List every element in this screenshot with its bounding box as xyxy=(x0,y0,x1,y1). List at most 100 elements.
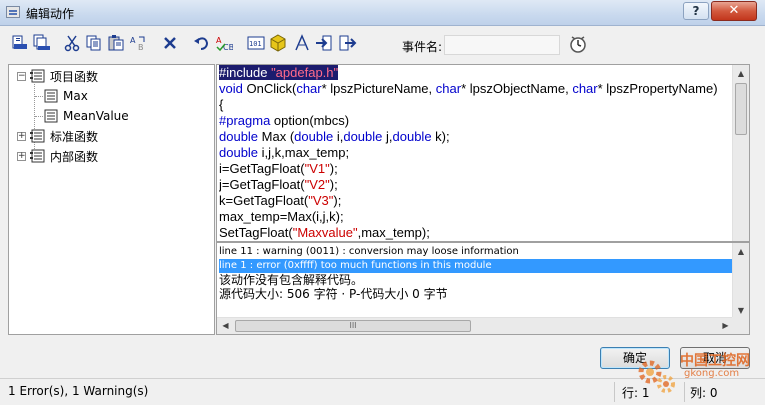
code-text-segment: * lpszPropertyName) xyxy=(597,81,718,96)
compile-icon[interactable] xyxy=(10,33,30,53)
tree-item-label: Max xyxy=(63,89,88,103)
code-string: "V3" xyxy=(308,193,334,208)
code-line: k=GetTagFloat("V3"); xyxy=(219,193,733,209)
collapse-icon[interactable]: − xyxy=(17,71,26,81)
paste-icon[interactable] xyxy=(106,33,126,53)
tree-item-standard-functions[interactable]: + 标准函数 xyxy=(17,127,98,145)
compile-all-icon[interactable] xyxy=(32,33,52,53)
code-text-segment: SetTagFloat( xyxy=(219,225,293,240)
code-keyword: double xyxy=(294,129,334,144)
output-size-line[interactable]: 源代码大小: 506 字符 · P-代码大小 0 字节 xyxy=(219,287,733,301)
tree-item-project-functions[interactable]: − 项目函数 xyxy=(17,67,98,85)
code-editor[interactable]: #include "apdefap.h" void OnClick(char* … xyxy=(216,64,750,242)
code-text-segment: { xyxy=(219,97,224,112)
tree-item-label: MeanValue xyxy=(63,109,129,123)
code-line: max_temp=Max(i,j,k); xyxy=(219,209,733,225)
help-button[interactable]: ? xyxy=(683,2,709,20)
function-tree[interactable]: − 项目函数 Max MeanValue + 标准函数 + 内部函数 xyxy=(8,64,215,335)
output-warning-line[interactable]: line 11 : warning (0011) : conversion ma… xyxy=(219,245,733,259)
tree-connector xyxy=(35,116,43,117)
code-keyword: double xyxy=(219,129,259,144)
tree-item-internal-functions[interactable]: + 内部函数 xyxy=(17,147,98,165)
tree-item-meanvalue[interactable]: MeanValue xyxy=(43,107,129,125)
code-line: double Max (double i,double j,double k); xyxy=(219,129,733,145)
code-line: double i,j,k,max_temp; xyxy=(219,145,733,161)
code-keyword: char xyxy=(572,81,598,96)
expand-icon[interactable]: + xyxy=(17,151,26,161)
cut-icon[interactable] xyxy=(62,33,82,53)
spellcheck-icon[interactable]: A CB xyxy=(214,33,234,53)
compiler-output[interactable]: line 11 : warning (0011) : conversion ma… xyxy=(216,242,750,335)
code-text-segment: Max ( xyxy=(258,129,295,144)
insert-function-icon[interactable]: 101 xyxy=(246,33,266,53)
code-vertical-scrollbar[interactable]: ▲ xyxy=(732,65,749,241)
code-keyword: double xyxy=(343,129,383,144)
code-text-segment: * lpszPictureName, xyxy=(321,81,436,96)
status-bar: 1 Error(s), 1 Warning(s) 行: 1 列: 0 xyxy=(0,378,765,405)
cancel-button[interactable]: 取消 xyxy=(680,347,750,369)
copy-icon[interactable] xyxy=(84,33,104,53)
scrollbar-thumb[interactable]: III xyxy=(235,320,471,332)
output-info-line[interactable]: 该动作没有包含解释代码。 xyxy=(219,273,733,287)
code-line: j=GetTagFloat("V2"); xyxy=(219,177,733,193)
undo-icon[interactable] xyxy=(192,33,212,53)
code-text-segment: i, xyxy=(333,129,344,144)
output-error-line[interactable]: line 1 : error (0xffff) too much functio… xyxy=(219,259,733,273)
svg-text:A: A xyxy=(216,36,222,45)
event-name-input[interactable] xyxy=(444,35,560,55)
trigger-clock-icon[interactable] xyxy=(568,34,588,54)
import-icon[interactable] xyxy=(314,33,334,53)
code-keyword: void xyxy=(219,81,243,96)
code-line: { xyxy=(219,97,733,113)
code-text[interactable]: #include "apdefap.h" void OnClick(char* … xyxy=(219,65,733,241)
code-text-segment: j=GetTagFloat( xyxy=(219,177,305,192)
ok-button[interactable]: 确定 xyxy=(600,347,670,369)
scrollbar-corner xyxy=(732,317,749,334)
output-vertical-scrollbar[interactable]: ▲ ▼ xyxy=(732,243,749,319)
code-keyword: char xyxy=(435,81,462,96)
code-text-segment: * lpszObjectName, xyxy=(461,81,573,96)
code-text-segment: ); xyxy=(329,161,338,176)
event-name-label: 事件名: xyxy=(402,40,443,54)
tree-item-max[interactable]: Max xyxy=(43,87,88,105)
window-title: 编辑动作 xyxy=(26,7,75,21)
export-icon[interactable] xyxy=(338,33,358,53)
code-text-segment: ); xyxy=(333,193,342,208)
function-icon xyxy=(44,89,58,103)
close-button[interactable]: ✕ xyxy=(711,1,757,21)
status-row: 行: 1 xyxy=(622,386,650,400)
code-text-segment: max_temp=Max(i,j,k); xyxy=(219,209,344,224)
delete-icon[interactable] xyxy=(160,33,180,53)
code-text-segment: j, xyxy=(382,129,393,144)
code-string: "V2" xyxy=(304,177,330,192)
code-keyword: double xyxy=(392,129,432,144)
scroll-up-icon[interactable]: ▲ xyxy=(733,65,749,82)
syntax-icon[interactable] xyxy=(292,33,312,53)
svg-text:B: B xyxy=(138,43,144,52)
code-line: SetTagFloat("Maxvalue",max_temp); xyxy=(219,225,733,241)
title-bar: 编辑动作 ? ✕ xyxy=(0,0,765,26)
code-line: #include "apdefap.h" xyxy=(219,65,733,81)
code-keyword: #pragma xyxy=(219,113,271,128)
code-text-segment: i,j,k,max_temp; xyxy=(258,145,350,160)
function-icon xyxy=(44,109,58,123)
scrollbar-thumb[interactable] xyxy=(735,83,747,135)
scroll-left-icon[interactable]: ◀ xyxy=(217,318,234,334)
code-text-segment: k=GetTagFloat( xyxy=(219,193,309,208)
tree-item-label: 内部函数 xyxy=(50,149,99,164)
code-line: void OnClick(char* lpszPictureName, char… xyxy=(219,81,733,97)
tree-item-label: 标准函数 xyxy=(50,129,99,144)
svg-text:A: A xyxy=(130,36,136,45)
code-line: i=GetTagFloat("V1"); xyxy=(219,161,733,177)
code-text-segment: k); xyxy=(431,129,450,144)
status-divider xyxy=(684,382,685,402)
output-horizontal-scrollbar[interactable]: ◀ III ▶ xyxy=(217,317,734,334)
svg-text:101: 101 xyxy=(249,40,262,48)
code-text-segment: OnClick( xyxy=(242,81,297,96)
object-icon[interactable] xyxy=(268,33,288,53)
scroll-up-icon[interactable]: ▲ xyxy=(733,243,749,260)
expand-icon[interactable]: + xyxy=(17,131,26,141)
status-column: 列: 0 xyxy=(690,386,718,400)
replace-icon[interactable]: AB xyxy=(128,33,148,53)
code-string: "Maxvalue" xyxy=(292,225,358,240)
